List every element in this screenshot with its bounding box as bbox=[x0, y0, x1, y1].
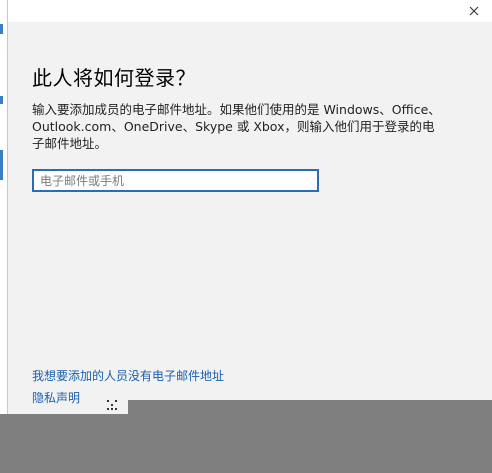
close-button[interactable] bbox=[460, 0, 488, 22]
email-or-phone-input[interactable] bbox=[32, 169, 319, 192]
background-window-accent bbox=[0, 24, 3, 34]
dialog-titlebar bbox=[8, 0, 492, 22]
resize-grip-icon bbox=[107, 400, 117, 410]
close-icon bbox=[469, 6, 479, 16]
background-window-accent bbox=[0, 96, 3, 104]
no-email-link[interactable]: 我想要添加的人员没有电子邮件地址 bbox=[32, 367, 224, 384]
desktop-background bbox=[128, 400, 492, 414]
dialog-heading: 此人将如何登录？ bbox=[32, 66, 196, 90]
dialog-description: 输入要添加成员的电子邮件地址。如果他们使用的是 Windows、Office、O… bbox=[32, 102, 441, 151]
privacy-statement-link[interactable]: 隐私声明 bbox=[32, 389, 80, 406]
background-window-accent bbox=[0, 150, 3, 180]
desktop-background bbox=[0, 414, 492, 473]
